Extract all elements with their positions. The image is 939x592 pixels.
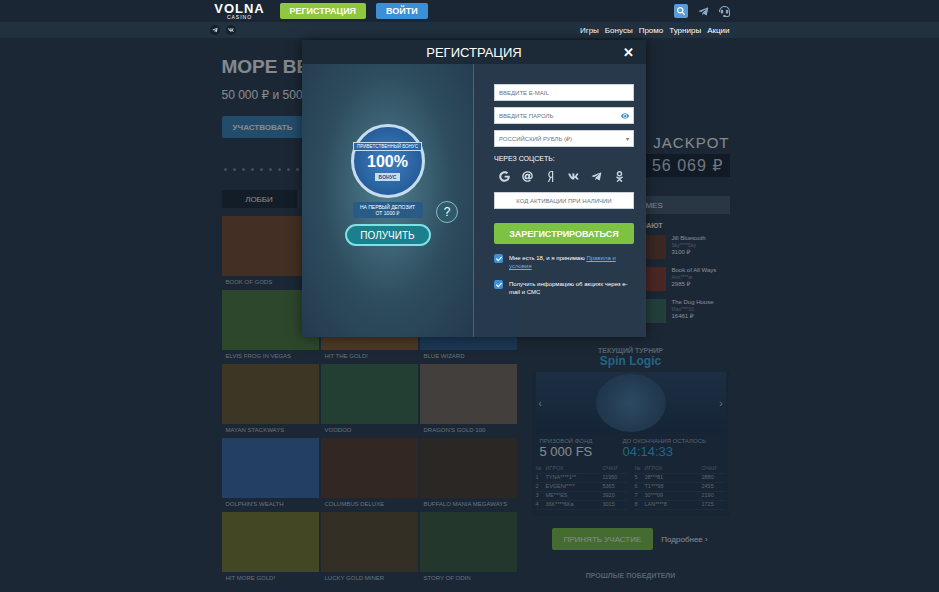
nav-link[interactable]: Акции bbox=[707, 26, 729, 35]
eye-icon[interactable] bbox=[621, 112, 629, 120]
telegram-icon[interactable] bbox=[698, 6, 709, 17]
odnoklassniki-icon[interactable] bbox=[613, 170, 625, 182]
consent-row[interactable]: Мне есть 18, и я принимаю Правила и усло… bbox=[494, 254, 634, 270]
modal-title: РЕГИСТРАЦИЯ bbox=[330, 45, 618, 60]
registration-modal: РЕГИСТРАЦИЯ✕ ПРИВЕТСТВЕННЫЙ БОНУС 100% БОНУ… bbox=[302, 40, 646, 337]
search-icon[interactable] bbox=[674, 4, 688, 18]
close-button[interactable]: ✕ bbox=[618, 45, 638, 60]
check-icon bbox=[496, 282, 502, 288]
page: VOLNACASINO РЕГИСТРАЦИЯ ВОЙТИ Игры Бонусы Про… bbox=[0, 0, 939, 592]
currency-select[interactable]: РОССИЙСКИЙ РУБЛЬ (₽)▾ bbox=[494, 130, 634, 147]
consent-text: Получить информацию об акциях через e-ma… bbox=[509, 280, 634, 296]
google-icon[interactable] bbox=[498, 170, 510, 182]
get-bonus-button[interactable]: ПОЛУЧИТЬ bbox=[345, 224, 431, 246]
password-input[interactable]: ВВЕДИТЕ ПАРОЛЬ bbox=[494, 107, 634, 124]
bonus-panel: ПРИВЕТСТВЕННЫЙ БОНУС 100% БОНУС НА ПЕРВЫЙ Д… bbox=[302, 64, 474, 337]
check-icon bbox=[496, 256, 502, 262]
logo-text: VOLNA bbox=[214, 2, 265, 15]
telegram-icon[interactable] bbox=[590, 170, 602, 182]
terms-link[interactable]: Правила и условия bbox=[509, 255, 616, 269]
bonus-percent: 100% bbox=[367, 153, 408, 171]
modal-header: РЕГИСТРАЦИЯ✕ bbox=[302, 40, 646, 64]
register-button[interactable]: РЕГИСТРАЦИЯ bbox=[280, 3, 367, 19]
social-label: ЧЕРЕЗ СОЦСЕТЬ: bbox=[494, 155, 634, 162]
logo-subtext: CASINO bbox=[227, 15, 252, 20]
nav-link[interactable]: Бонусы bbox=[605, 26, 633, 35]
checkbox[interactable] bbox=[494, 254, 503, 263]
email-input[interactable]: ВВЕДИТЕ E-MAIL bbox=[494, 84, 634, 101]
yandex-icon[interactable] bbox=[544, 170, 556, 182]
activation-code-input[interactable]: КОД АКТИВАЦИИ ПРИ НАЛИЧИИ bbox=[494, 192, 634, 209]
bonus-note: НА ПЕРВЫЙ ДЕПОЗИТ ОТ 1000 ₽ bbox=[353, 202, 423, 218]
nav-link[interactable]: Турниры bbox=[669, 26, 701, 35]
top-bar: VOLNACASINO РЕГИСТРАЦИЯ ВОЙТИ bbox=[0, 0, 939, 22]
support-icon[interactable] bbox=[719, 6, 730, 17]
nav-link[interactable]: Игры bbox=[580, 26, 599, 35]
vk-icon[interactable] bbox=[567, 170, 579, 182]
logo[interactable]: VOLNACASINO bbox=[210, 2, 270, 20]
bonus-tag: БОНУС bbox=[375, 173, 401, 181]
checkbox[interactable] bbox=[494, 280, 503, 289]
social-buttons bbox=[494, 170, 634, 182]
vk-icon[interactable] bbox=[226, 25, 236, 35]
help-button[interactable]: ? bbox=[436, 201, 458, 223]
nav-link[interactable]: Промо bbox=[639, 26, 664, 35]
consent-row[interactable]: Получить информацию об акциях через e-ma… bbox=[494, 280, 634, 296]
sub-nav: Игры Бонусы Промо Турниры Акции bbox=[0, 22, 939, 38]
consent-text: Мне есть 18, и я принимаю Правила и усло… bbox=[509, 254, 634, 270]
login-button[interactable]: ВОЙТИ bbox=[376, 3, 428, 19]
telegram-icon[interactable] bbox=[210, 25, 220, 35]
dropdown-arrow: ▾ bbox=[626, 135, 629, 142]
bonus-ribbon: ПРИВЕТСТВЕННЫЙ БОНУС bbox=[353, 142, 422, 151]
registration-form: ВВЕДИТЕ E-MAIL ВВЕДИТЕ ПАРОЛЬ РОССИЙСКИЙ Р… bbox=[474, 64, 646, 337]
bonus-badge: ПРИВЕТСТВЕННЫЙ БОНУС 100% БОНУС bbox=[351, 124, 425, 198]
mail-icon[interactable] bbox=[521, 170, 533, 182]
register-submit-button[interactable]: ЗАРЕГИСТРИРОВАТЬСЯ bbox=[494, 223, 634, 244]
